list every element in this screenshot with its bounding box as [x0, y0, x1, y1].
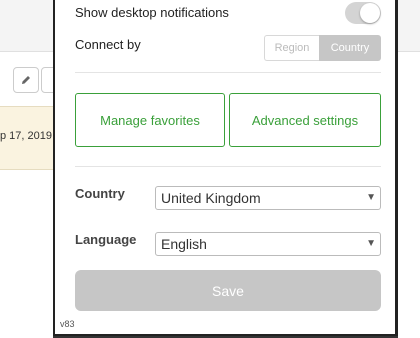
manage-favorites-button[interactable]: Manage favorites [75, 93, 225, 147]
language-select[interactable]: English ▼ [155, 232, 381, 256]
version-label: v83 [60, 319, 75, 329]
screen: p 17, 2019 Show desktop notifications Co… [0, 0, 420, 338]
date-text: p 17, 2019 [0, 130, 52, 142]
save-button[interactable]: Save [75, 270, 381, 311]
background-topbar [0, 0, 53, 52]
country-select[interactable]: United Kingdom ▼ [155, 186, 381, 210]
divider [75, 166, 381, 167]
background-topbar-right [398, 0, 420, 52]
toggle-knob [360, 3, 380, 23]
language-select-value: English [161, 236, 207, 252]
connect-by-segmented-control: Region Country [264, 35, 381, 61]
country-select-value: United Kingdom [161, 190, 261, 206]
country-label: Country [75, 186, 125, 201]
divider [75, 72, 381, 73]
region-option[interactable]: Region [264, 35, 319, 61]
language-label: Language [75, 232, 137, 247]
notifications-toggle[interactable] [345, 2, 381, 24]
country-option[interactable]: Country [319, 35, 381, 61]
chevron-down-icon: ▼ [366, 238, 376, 249]
advanced-settings-button[interactable]: Advanced settings [229, 93, 381, 147]
background-app-left: p 17, 2019 [0, 0, 67, 338]
connect-by-label: Connect by [75, 37, 141, 52]
chevron-down-icon: ▼ [366, 192, 376, 203]
pencil-icon[interactable] [13, 67, 39, 93]
settings-popup: Show desktop notifications Connect by Re… [53, 0, 398, 336]
notifications-label: Show desktop notifications [75, 5, 229, 20]
background-app-right [398, 0, 420, 338]
